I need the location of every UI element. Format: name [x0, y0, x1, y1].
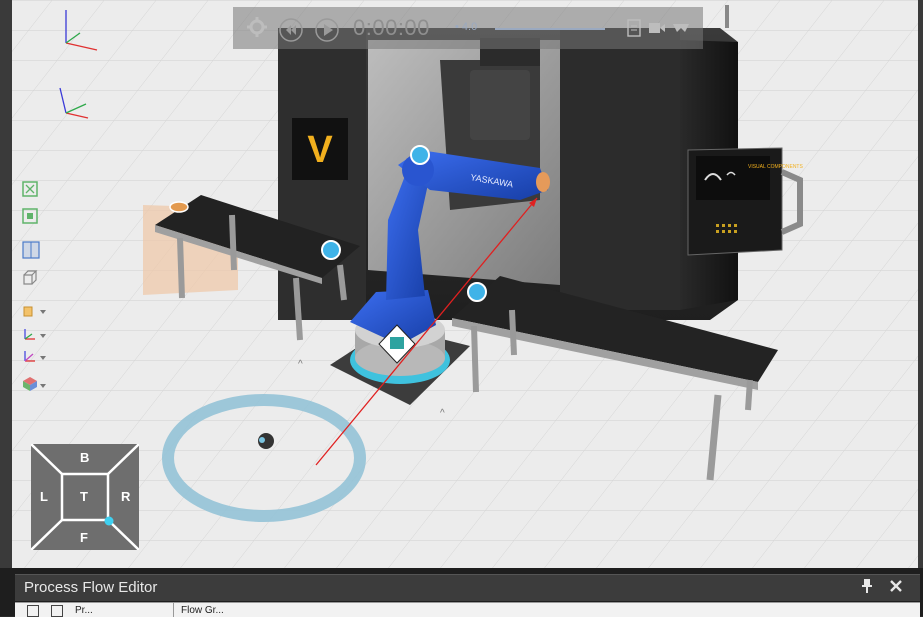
column-flow-groups[interactable]: Flow Gr...: [181, 605, 224, 616]
fill-view-icon[interactable]: [22, 179, 48, 199]
machine-logo: V: [307, 129, 333, 171]
interface-point-2[interactable]: [321, 240, 341, 260]
vr-icon[interactable]: [671, 19, 691, 37]
navcube-left[interactable]: L: [40, 489, 48, 504]
panel-columns: Pr... Flow Gr...: [15, 602, 920, 617]
pin-icon[interactable]: [860, 578, 874, 599]
render-mode-icon[interactable]: [22, 300, 48, 320]
mobile-robot-icon[interactable]: [258, 433, 274, 449]
playback-toolbar: 0:00:00 • 4.0: [233, 7, 703, 49]
speed-label: • 4.0: [455, 21, 478, 33]
navcube-right[interactable]: R: [121, 489, 130, 504]
process-flow-editor-header: Process Flow Editor: [15, 574, 920, 601]
navcube-top[interactable]: T: [80, 489, 88, 504]
navcube-back[interactable]: B: [80, 450, 89, 465]
interface-point-3[interactable]: [467, 282, 487, 302]
checkbox-icon[interactable]: [27, 605, 39, 617]
interface-point-1[interactable]: [410, 145, 430, 165]
3d-viewport[interactable]: V VISUAL COMPONENTS YASKAWA ^ ^ 0:00:00 …: [0, 0, 923, 568]
close-icon[interactable]: [889, 578, 903, 599]
pdf-export-icon[interactable]: [625, 18, 643, 38]
viewport-left-edge: [0, 0, 12, 568]
column-divider: [173, 603, 174, 617]
snap-frame-icon[interactable]: [22, 346, 48, 366]
simulation-time: 0:00:00: [353, 15, 430, 40]
floor-marker-2: ^: [440, 408, 445, 419]
panel-brand: VISUAL COMPONENTS: [748, 164, 803, 170]
navigation-cube[interactable]: B L T R F: [31, 444, 139, 550]
split-view-icon[interactable]: [22, 240, 48, 260]
fit-selection-icon[interactable]: [22, 206, 48, 226]
floor-marker-1: ^: [298, 359, 303, 370]
list-icon[interactable]: [51, 605, 63, 617]
gear-icon[interactable]: [245, 15, 269, 39]
column-products[interactable]: Pr...: [75, 605, 93, 616]
coordinate-frame-icon[interactable]: [22, 324, 48, 344]
cnc-machine[interactable]: V VISUAL COMPONENTS: [278, 5, 803, 320]
speed-slider[interactable]: [495, 27, 605, 31]
panel-title: Process Flow Editor: [24, 579, 158, 596]
color-cube-icon[interactable]: [22, 374, 48, 394]
video-record-icon[interactable]: [647, 19, 667, 37]
box-view-icon[interactable]: [22, 268, 48, 288]
play-icon[interactable]: [313, 16, 341, 44]
navcube-front[interactable]: F: [80, 530, 88, 545]
rewind-icon[interactable]: [277, 16, 305, 44]
viewport-right-edge: [918, 0, 923, 568]
